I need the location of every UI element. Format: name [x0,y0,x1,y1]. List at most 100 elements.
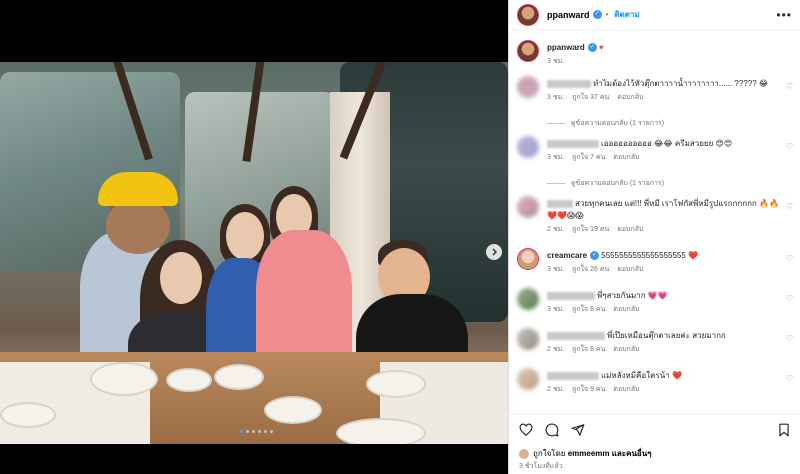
carousel-dot [240,430,243,433]
reply-button[interactable]: ตอบกลับ [613,154,639,161]
comment-list[interactable]: ppanward ✓ ♥ 3 ชม. ทำไมต้องไว้หัวตุ๊กตาาา… [509,36,800,410]
verified-badge-icon: ✓ [587,43,597,53]
bookmark-icon[interactable] [777,423,791,437]
heart-icon[interactable] [519,423,533,437]
like-comment-heart-icon[interactable]: ♡ [786,202,793,211]
like-comment-heart-icon[interactable]: ♡ [786,142,793,151]
carousel-dot [246,430,249,433]
reply-button[interactable]: ตอบกลับ [617,94,643,101]
verified-badge-icon: ✓ [590,251,600,261]
comment-text: แม่หลังหมีคือใครน้า ❤️ [601,371,682,380]
replies-divider [547,123,565,124]
comment-time: 3 ชม. [547,266,565,273]
view-replies[interactable]: ดูข้อความตอบกลับ (1 รายการ) [547,178,800,189]
view-replies-label[interactable]: ดูข้อความตอบกลับ (1 รายการ) [571,118,664,129]
post-username[interactable]: ppanward [547,10,590,20]
view-replies[interactable]: ดูข้อความตอบกลับ (1 รายการ) [547,118,800,129]
comment-time: 2 ชม. [547,386,565,393]
carousel-dot [264,430,267,433]
comment-text: พี่เป๊ยเหมือนตุ๊กตาเลยค่ะ สวยมากก [607,331,726,340]
blurred-username[interactable] [547,199,573,208]
comment-likes[interactable]: ถูกใจ 7 คน [572,154,605,161]
reply-button[interactable]: ตอบกลับ [617,226,643,233]
comment-icon[interactable] [545,423,559,437]
avatar[interactable] [517,248,539,270]
avatar[interactable] [517,40,539,62]
bear-sticker-face [106,198,170,254]
liked-by-user[interactable]: emmeemm [568,449,610,458]
post-side-panel: ppanward ✓ • ติดตาม ••• ppanward ✓ ♥ 3 ชม… [508,0,800,474]
post-time: 3 ชั่วโมงที่แล้ว [519,463,563,470]
avatar[interactable] [517,3,539,26]
bear-sticker-hat [98,172,178,206]
caption-text: ♥ [599,43,604,52]
comment-likes[interactable]: ถูกใจ 8 คน [572,346,605,353]
comment-time: 3 ชม. [547,306,565,313]
blurred-username[interactable] [547,79,591,88]
reply-button[interactable]: ตอบกลับ [617,266,643,273]
separator-dot: • [605,10,609,19]
comment-likes[interactable]: ถูกใจ 8 คน [572,306,605,313]
post-actions: ถูกใจโดย emmeemm และคนอื่นๆ 3 ชั่วโมงที่… [509,414,800,474]
post-header: ppanward ✓ • ติดตาม ••• [509,0,800,30]
avatar[interactable] [517,136,539,158]
caption-time: 3 ชม. [547,58,565,65]
comment-likes[interactable]: ถูกใจ 19 คน [572,226,609,233]
liked-by[interactable]: ถูกใจโดย emmeemm และคนอื่นๆ [519,447,652,460]
comment-text: 5555555555555555555 ❤️ [601,251,698,260]
replies-divider [547,183,565,184]
comment-time: 2 ชม. [547,226,565,233]
blurred-username[interactable] [547,291,595,300]
comment-likes[interactable]: ถูกใจ 37 คน [572,94,609,101]
like-comment-heart-icon[interactable]: ♡ [786,374,793,383]
comment-text: สวยทุกคนเลย แต่!!! พี่หมี เราโฟกัสพี่หมี… [547,199,779,220]
plate [264,396,322,424]
verified-badge-icon: ✓ [592,10,602,19]
plate [214,364,264,390]
plate [90,362,158,396]
like-comment-heart-icon[interactable]: ♡ [786,82,793,91]
avatar[interactable] [517,76,539,98]
comment-text: ทำไมต้องไว้หัวตุ๊กตาาาาน้ำาาาาาาา...... … [593,79,769,88]
plate [366,370,426,398]
caption-username[interactable]: ppanward [547,43,585,52]
blurred-username[interactable] [547,139,599,148]
blurred-username[interactable] [547,371,599,380]
plate [0,402,56,428]
person-face [226,212,264,260]
comment-text: พี่ๆสวยกันมาก 💗💗 [597,291,668,300]
comment-likes[interactable]: ถูกใจ 26 คน [572,266,609,273]
instagram-post-modal: ppanward ✓ • ติดตาม ••• ppanward ✓ ♥ 3 ชม… [0,0,800,474]
view-replies-label[interactable]: ดูข้อความตอบกลับ (1 รายการ) [571,178,664,189]
blurred-username[interactable] [547,331,605,340]
plate [166,368,212,392]
chevron-right-icon [492,248,497,256]
carousel-dot [258,430,261,433]
comment-time: 3 ชม. [547,154,565,161]
comment-text: เออออออออออ 😂😂 ครีมสวยยย 😍😍 [601,139,733,148]
person-face [160,252,202,304]
liked-by-prefix: ถูกใจโดย [533,449,566,458]
avatar [519,448,529,459]
avatar[interactable] [517,196,539,218]
like-comment-heart-icon[interactable]: ♡ [786,334,793,343]
next-photo-button[interactable] [486,244,502,260]
comment-time: 2 ชม. [547,346,565,353]
carousel-dot [270,430,273,433]
avatar[interactable] [517,368,539,390]
comment-likes[interactable]: ถูกใจ 9 คน [572,386,605,393]
reply-button[interactable]: ตอบกลับ [613,346,639,353]
follow-button[interactable]: ติดตาม [614,8,639,21]
post-photo [0,62,508,444]
avatar[interactable] [517,328,539,350]
reply-button[interactable]: ตอบกลับ [613,306,639,313]
liked-by-others[interactable]: และคนอื่นๆ [612,447,652,460]
post-media [0,0,508,474]
reply-button[interactable]: ตอบกลับ [613,386,639,393]
share-icon[interactable] [571,423,585,437]
like-comment-heart-icon[interactable]: ♡ [786,294,793,303]
like-comment-heart-icon[interactable]: ♡ [786,254,793,263]
avatar[interactable] [517,288,539,310]
comment-username[interactable]: creamcare [547,251,587,260]
more-options-icon[interactable]: ••• [776,8,792,22]
